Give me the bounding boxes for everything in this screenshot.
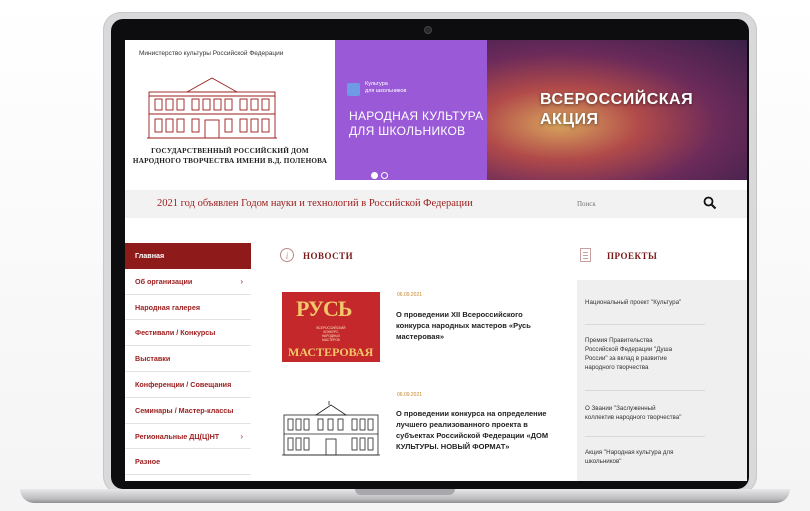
search-input[interactable]	[577, 197, 697, 211]
site-header-logo-area: Министерство культуры Российской Федерац…	[125, 40, 335, 185]
news-item-title[interactable]: О проведении конкурса на определение луч…	[396, 408, 561, 452]
building-logo-icon[interactable]	[147, 70, 277, 140]
news-image-caption: МАСТЕРОВАЯ	[288, 345, 374, 359]
carousel-dot[interactable]	[381, 172, 388, 179]
carousel-dot[interactable]	[371, 172, 378, 179]
news-heading[interactable]: НОВОСТИ	[303, 251, 353, 261]
announcement-text[interactable]: 2021 год объявлен Годом науки и технолог…	[157, 198, 473, 209]
project-link[interactable]: Премия Правительства Российской Федераци…	[585, 336, 715, 372]
culture-logo-icon	[347, 83, 360, 96]
search-icon[interactable]	[703, 196, 717, 210]
banner-mini-caption: Культура для школьников	[365, 81, 407, 94]
news-image-rus-masterovaya[interactable]: РУСЬ ВСЕРОССИЙСКИЙ КОНКУРС НАРОДНЫХ МАСТ…	[282, 292, 380, 362]
laptop-notch	[355, 489, 455, 495]
chevron-right-icon: ›	[240, 276, 243, 286]
projects-heading[interactable]: ПРОЕКТЫ	[607, 251, 657, 261]
sidebar-item-festivals[interactable]: Фестивали / Конкурсы	[125, 320, 251, 347]
news-image-building[interactable]	[282, 401, 380, 459]
divider	[585, 324, 705, 325]
camera-icon	[424, 26, 432, 34]
project-link[interactable]: Акция "Народная культура для школьников"	[585, 448, 715, 466]
news-image-subtitle: ВСЕРОССИЙСКИЙ КОНКУРС НАРОДНЫХ МАСТЕРОВ	[316, 326, 346, 342]
chevron-right-icon: ›	[240, 431, 243, 441]
divider	[585, 390, 705, 391]
news-image-title: РУСЬ	[296, 296, 352, 321]
news-date: 06.09.2021	[397, 292, 423, 298]
promo-banner[interactable]: Культура для школьников НАРОДНАЯ КУЛЬТУР…	[335, 40, 747, 180]
sidebar-item-regional[interactable]: Региональные ДЦ(Ц)НТ ›	[125, 424, 251, 450]
project-link[interactable]: Национальный проект "Культура"	[585, 298, 715, 307]
sidebar-item-misc[interactable]: Разное	[125, 449, 251, 476]
website-screen: Министерство культуры Российской Федерац…	[125, 40, 747, 481]
sidebar-item-exhibitions[interactable]: Выставки	[125, 346, 251, 372]
document-icon	[580, 248, 591, 262]
sidebar-item-home[interactable]: Главная	[125, 243, 251, 269]
org-name: ГОСУДАРСТВЕННЫЙ РОССИЙСКИЙ ДОМ НАРОДНОГО…	[132, 147, 328, 165]
sidebar-item-seminars[interactable]: Семинары / Мастер-классы	[125, 398, 251, 424]
project-link[interactable]: О Звании "Заслуженный коллектив народног…	[585, 404, 715, 422]
carousel-dots	[371, 166, 391, 180]
news-date: 06.09.2021	[397, 392, 423, 398]
ministry-label: Министерство культуры Российской Федерац…	[139, 50, 284, 57]
sidebar-item-about[interactable]: Об организации ›	[125, 269, 251, 295]
announcement-bar: 2021 год объявлен Годом науки и технолог…	[125, 190, 747, 218]
sidebar-nav: Главная Об организации › Народная галерея…	[125, 243, 251, 476]
info-icon: i	[280, 248, 294, 262]
news-item-title[interactable]: О проведении XII Всероссийского конкурса…	[396, 309, 561, 342]
sidebar-item-conferences[interactable]: Конференции / Совещания	[125, 372, 251, 398]
banner-title: НАРОДНАЯ КУЛЬТУРА ДЛЯ ШКОЛЬНИКОВ	[349, 109, 484, 138]
projects-panel: Национальный проект "Культура" Премия Пр…	[577, 280, 747, 481]
banner-headline: ВСЕРОССИЙСКАЯ АКЦИЯ	[540, 91, 694, 128]
sidebar-item-gallery[interactable]: Народная галерея	[125, 295, 251, 321]
divider	[585, 436, 705, 437]
